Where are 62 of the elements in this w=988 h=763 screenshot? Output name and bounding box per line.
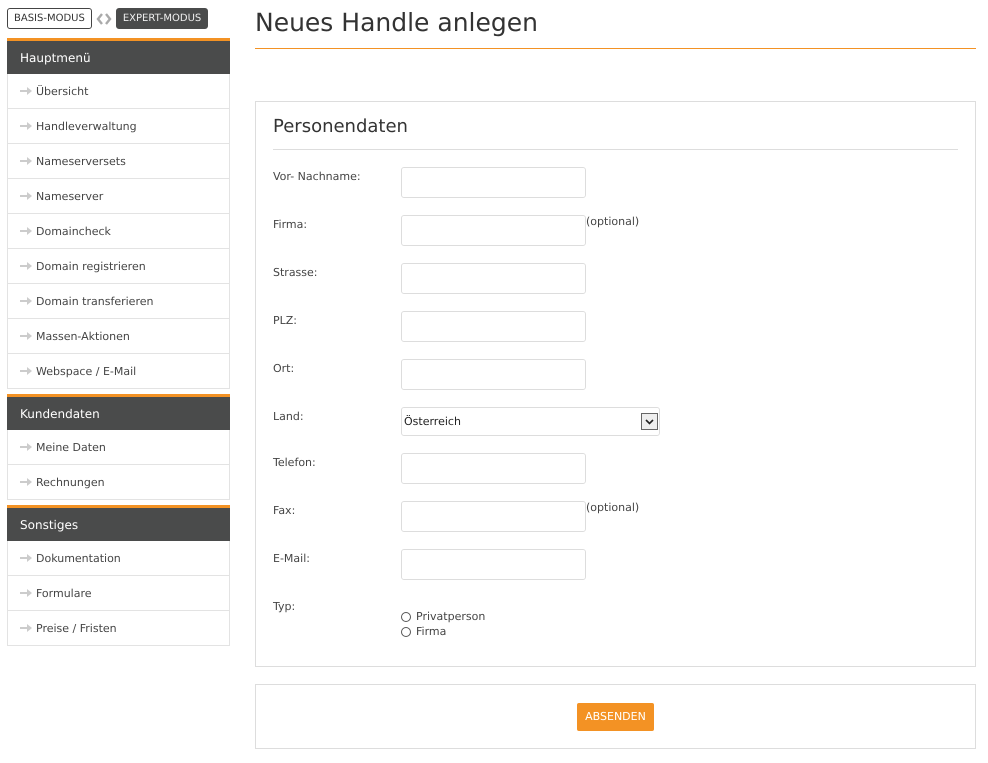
menu-item[interactable]: Domaincheck — [36, 224, 111, 238]
left-right-arrows-icon[interactable] — [96, 12, 112, 24]
arrow-icon — [20, 262, 32, 270]
text-field[interactable] — [401, 501, 586, 532]
text-field[interactable] — [401, 311, 586, 342]
radio-button[interactable] — [401, 626, 411, 636]
field-label: Typ: — [273, 599, 296, 613]
section-title: Personendaten — [273, 116, 958, 150]
menu-item[interactable]: Nameserver — [36, 190, 104, 202]
field-label: Telefon: — [273, 455, 317, 469]
arrow-icon — [20, 589, 32, 597]
menu-header: Hauptmenü — [7, 41, 230, 74]
arrow-icon — [20, 367, 32, 375]
mode-button[interactable]: EXPERT-MODUS — [116, 8, 208, 29]
arrow-icon — [20, 554, 32, 562]
arrow-icon — [20, 227, 32, 235]
mode-button[interactable]: BASIS-MODUS — [7, 8, 92, 29]
country-select[interactable]: Österreich — [401, 407, 660, 436]
text-field[interactable] — [401, 167, 586, 198]
field-label: Firma: — [273, 217, 308, 231]
field-label: E-Mail: — [273, 551, 311, 565]
text-field[interactable] — [401, 549, 586, 580]
menu-header: Sonstiges — [7, 508, 230, 541]
arrow-icon — [20, 443, 32, 451]
menu-item[interactable]: Formulare — [36, 586, 92, 600]
field-label: Fax: — [273, 503, 296, 517]
field-label: PLZ: — [273, 313, 298, 327]
menu-item[interactable]: Domain transferieren — [36, 294, 154, 308]
field-label: Vor- Nachname: — [273, 169, 362, 183]
arrow-icon — [20, 122, 32, 130]
menu-header: Kundendaten — [7, 397, 230, 430]
field-label: Land: — [273, 409, 305, 423]
radio-label: Firma — [416, 625, 446, 638]
menu-item[interactable]: Übersicht — [36, 84, 88, 98]
text-field[interactable] — [401, 263, 586, 294]
menu-item[interactable]: Webspace / E-Mail — [36, 364, 136, 378]
menu-item[interactable]: Nameserversets — [36, 154, 126, 168]
arrow-icon — [20, 478, 32, 486]
radio-label: Privatperson — [416, 610, 486, 623]
arrow-icon — [20, 297, 32, 305]
menu-item[interactable]: Rechnungen — [36, 476, 105, 488]
field-label: Strasse: — [273, 265, 318, 279]
optional-note: (optional) — [586, 215, 640, 228]
menu-item[interactable]: Handleverwaltung — [36, 120, 137, 132]
arrow-icon — [20, 192, 32, 200]
arrow-icon — [20, 624, 32, 632]
page-title: Neues Handle anlegen — [255, 0, 976, 49]
dropdown-icon — [641, 413, 658, 430]
menu-item[interactable]: Preise / Fristen — [36, 622, 117, 634]
arrow-icon — [20, 332, 32, 340]
field-label: Ort: — [273, 361, 296, 375]
menu-item[interactable]: Meine Daten — [36, 440, 106, 454]
menu-item[interactable]: Dokumentation — [36, 552, 121, 564]
menu-item[interactable]: Massen-Aktionen — [36, 330, 130, 342]
arrow-icon — [20, 157, 32, 165]
menu-item[interactable]: Domain registrieren — [36, 260, 146, 272]
radio-button[interactable] — [401, 612, 411, 622]
arrow-icon — [20, 87, 32, 95]
optional-note: (optional) — [586, 501, 640, 514]
text-field[interactable] — [401, 453, 586, 484]
text-field[interactable] — [401, 359, 586, 390]
text-field[interactable] — [401, 215, 586, 246]
